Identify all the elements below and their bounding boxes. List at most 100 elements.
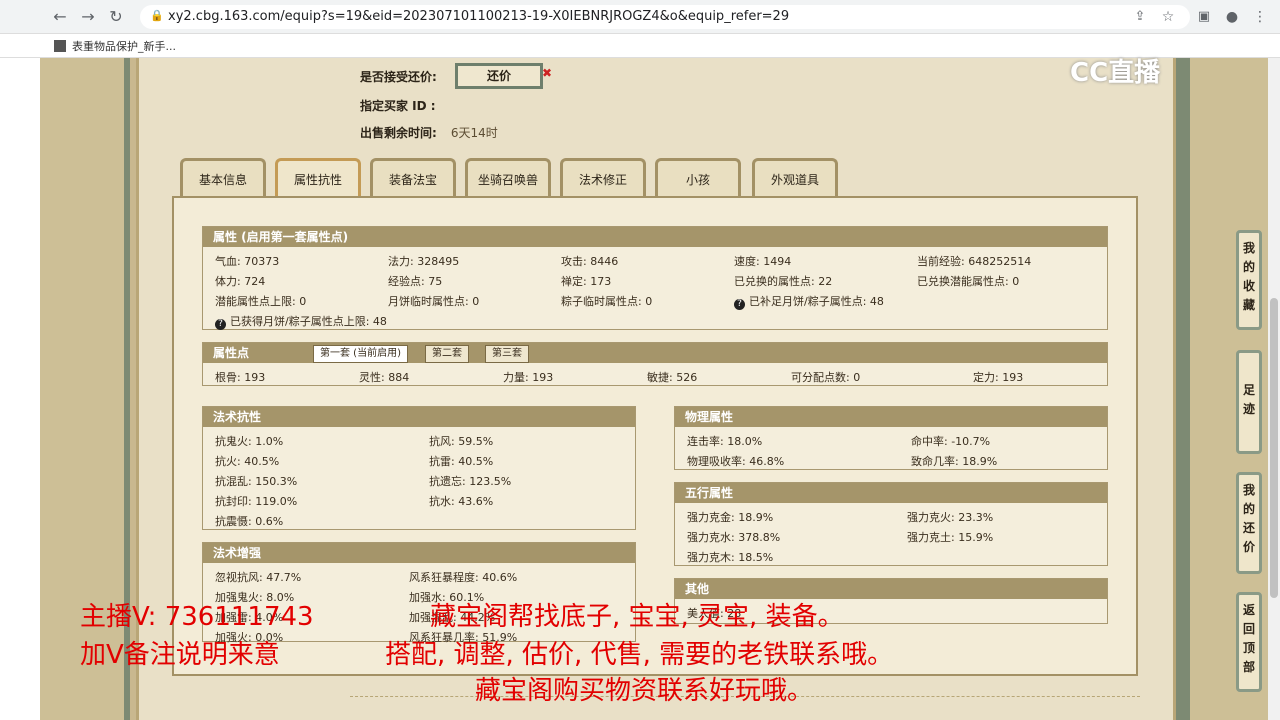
attr-cell-with-help: ? 已补足月饼/粽子属性点: 48 <box>734 293 884 310</box>
attr-cell-text: 已补足月饼/粽子属性点: 48 <box>749 295 884 308</box>
forward-icon[interactable]: → <box>78 7 98 27</box>
tab-appearance[interactable]: 外观道具 <box>752 158 838 198</box>
overlay-line-2b: 搭配, 调整, 估价, 代售, 需要的老铁联系哦。 <box>385 640 894 670</box>
attr-cell: 法力: 328495 <box>388 255 460 268</box>
resist-cell: 抗封印: 119.0% <box>215 495 298 508</box>
side-btn-char: 足 <box>1242 383 1255 397</box>
profile-icon[interactable]: ● <box>1222 7 1242 27</box>
counter-offer-button[interactable]: 还价 <box>455 63 543 89</box>
side-btn-char: 返 <box>1242 603 1255 617</box>
side-btn-char: 收 <box>1242 279 1255 293</box>
tab-attributes[interactable]: 属性抗性 <box>275 158 361 198</box>
resist-cell: 抗遗忘: 123.5% <box>429 475 512 488</box>
url-text: xy2.cbg.163.com/equip?s=19&eid=202307101… <box>168 9 790 24</box>
elements-cell: 强力克木: 18.5% <box>687 551 774 564</box>
elements-cell: 强力克金: 18.9% <box>687 511 774 524</box>
page-left-edge <box>0 58 40 720</box>
resist-cell: 抗雷: 40.5% <box>429 455 494 468</box>
my-favorites-button[interactable]: 我的收藏 <box>1236 230 1262 330</box>
time-left-row: 出售剩余时间: 6天14时 <box>360 124 498 141</box>
scroll-thumb[interactable] <box>1270 298 1278 598</box>
menu-icon[interactable]: ⋮ <box>1250 7 1270 27</box>
attr-cell: 潜能属性点上限: 0 <box>215 295 307 308</box>
side-btn-char: 顶 <box>1242 641 1255 655</box>
attr-cell: 气血: 70373 <box>215 255 280 268</box>
browser-toolbar: ← → ↻ 🔒 xy2.cbg.163.com/equip?s=19&eid=2… <box>0 0 1280 34</box>
points-set-3-tab[interactable]: 第三套 <box>485 345 529 363</box>
side-btn-char: 我 <box>1242 483 1255 497</box>
footprints-button[interactable]: 足迹 <box>1236 350 1262 454</box>
side-btn-char: 价 <box>1242 540 1255 554</box>
attributes-title: 属性 (启用第一套属性点) <box>203 227 1107 247</box>
points-section: 属性点 第一套 (当前启用) 第二套 第三套 根骨: 193 灵性: 884 力… <box>202 342 1108 386</box>
elements-cell: 强力克土: 15.9% <box>907 531 994 544</box>
elements-cell: 强力克火: 23.3% <box>907 511 994 524</box>
attr-cell: 体力: 724 <box>215 275 266 288</box>
points-set-1-tab[interactable]: 第一套 (当前启用) <box>313 345 408 363</box>
resist-cell: 抗火: 40.5% <box>215 455 280 468</box>
star-icon[interactable]: ☆ <box>1158 7 1178 27</box>
physical-section: 物理属性 连击率: 18.0% 命中率: -10.7% 物理吸收率: 46.8%… <box>674 406 1108 470</box>
tab-spell-mod[interactable]: 法术修正 <box>560 158 646 198</box>
elements-cell: 强力克水: 378.8% <box>687 531 781 544</box>
resist-cell: 抗鬼火: 1.0% <box>215 435 284 448</box>
points-set-2-tab[interactable]: 第二套 <box>425 345 469 363</box>
time-left-label: 出售剩余时间: <box>360 126 437 140</box>
reload-icon[interactable]: ↻ <box>106 7 126 27</box>
accept-counter-row: 是否接受还价: <box>360 68 437 85</box>
side-btn-char: 藏 <box>1242 298 1255 312</box>
side-btn-char: 还 <box>1242 521 1255 535</box>
physical-cell: 命中率: -10.7% <box>911 435 991 448</box>
side-btn-char: 回 <box>1242 622 1255 636</box>
overlay-line-3: 藏宝阁购买物资联系好玩哦。 <box>475 676 814 706</box>
scrollbar[interactable] <box>1268 58 1280 720</box>
attr-cell-with-help: ? 已获得月饼/粽子属性点上限: 48 <box>215 313 387 330</box>
side-btn-char: 的 <box>1242 502 1255 516</box>
bookmark-icon <box>54 40 66 52</box>
side-btn-char: 迹 <box>1242 402 1255 416</box>
close-icon: ✖ <box>542 66 553 80</box>
elements-title: 五行属性 <box>675 483 1107 503</box>
points-cell: 定力: 193 <box>973 371 1024 384</box>
bookmark-item[interactable]: 表重物品保护_新手... <box>54 38 176 54</box>
right-decoration-border <box>1176 58 1190 720</box>
my-counter-offers-button[interactable]: 我的还价 <box>1236 472 1262 574</box>
physical-cell: 连击率: 18.0% <box>687 435 763 448</box>
resist-cell: 抗混乱: 150.3% <box>215 475 298 488</box>
points-cell: 灵性: 884 <box>359 371 410 384</box>
points-cell: 根骨: 193 <box>215 371 266 384</box>
attr-cell: 攻击: 8446 <box>561 255 619 268</box>
help-icon[interactable]: ? <box>215 319 226 330</box>
sidebar-icon[interactable]: ▣ <box>1194 7 1214 27</box>
help-icon[interactable]: ? <box>734 299 745 310</box>
share-icon[interactable]: ⇪ <box>1130 7 1150 27</box>
attributes-section: 属性 (启用第一套属性点) 气血: 70373 法力: 328495 攻击: 8… <box>202 226 1108 330</box>
side-btn-char: 的 <box>1242 260 1255 274</box>
address-bar[interactable]: 🔒 xy2.cbg.163.com/equip?s=19&eid=2023071… <box>140 5 1190 29</box>
overlay-line-2a: 加V备注说明来意 <box>80 640 280 670</box>
attr-cell-text: 已获得月饼/粽子属性点上限: 48 <box>230 315 387 328</box>
side-btn-char: 部 <box>1242 660 1255 674</box>
back-icon[interactable]: ← <box>50 7 70 27</box>
attr-cell: 已兑换的属性点: 22 <box>734 275 833 288</box>
bookmark-label: 表重物品保护_新手... <box>72 40 176 53</box>
resist-cell: 抗风: 59.5% <box>429 435 494 448</box>
attr-cell: 禅定: 173 <box>561 275 612 288</box>
elements-section: 五行属性 强力克金: 18.9% 强力克火: 23.3% 强力克水: 378.8… <box>674 482 1108 566</box>
right-decoration <box>1190 58 1280 720</box>
tab-mounts[interactable]: 坐骑召唤兽 <box>465 158 551 198</box>
tab-basic-info[interactable]: 基本信息 <box>180 158 266 198</box>
tab-child[interactable]: 小孩 <box>655 158 741 198</box>
lock-icon: 🔒 <box>150 9 164 22</box>
tab-equipment[interactable]: 装备法宝 <box>370 158 456 198</box>
enhance-title: 法术增强 <box>203 543 635 563</box>
attr-cell: 速度: 1494 <box>734 255 792 268</box>
resist-title: 法术抗性 <box>203 407 635 427</box>
enhance-cell: 忽视抗风: 47.7% <box>215 571 302 584</box>
back-to-top-button[interactable]: 返回顶部 <box>1236 592 1262 692</box>
overlay-line-1b: 藏宝阁帮找底子, 宝宝, 灵宝, 装备。 <box>430 602 844 632</box>
enhance-cell: 风系狂暴程度: 40.6% <box>409 571 518 584</box>
resist-cell: 抗水: 43.6% <box>429 495 494 508</box>
side-btn-char: 我 <box>1242 241 1255 255</box>
time-left-value: 6天14时 <box>450 126 498 140</box>
